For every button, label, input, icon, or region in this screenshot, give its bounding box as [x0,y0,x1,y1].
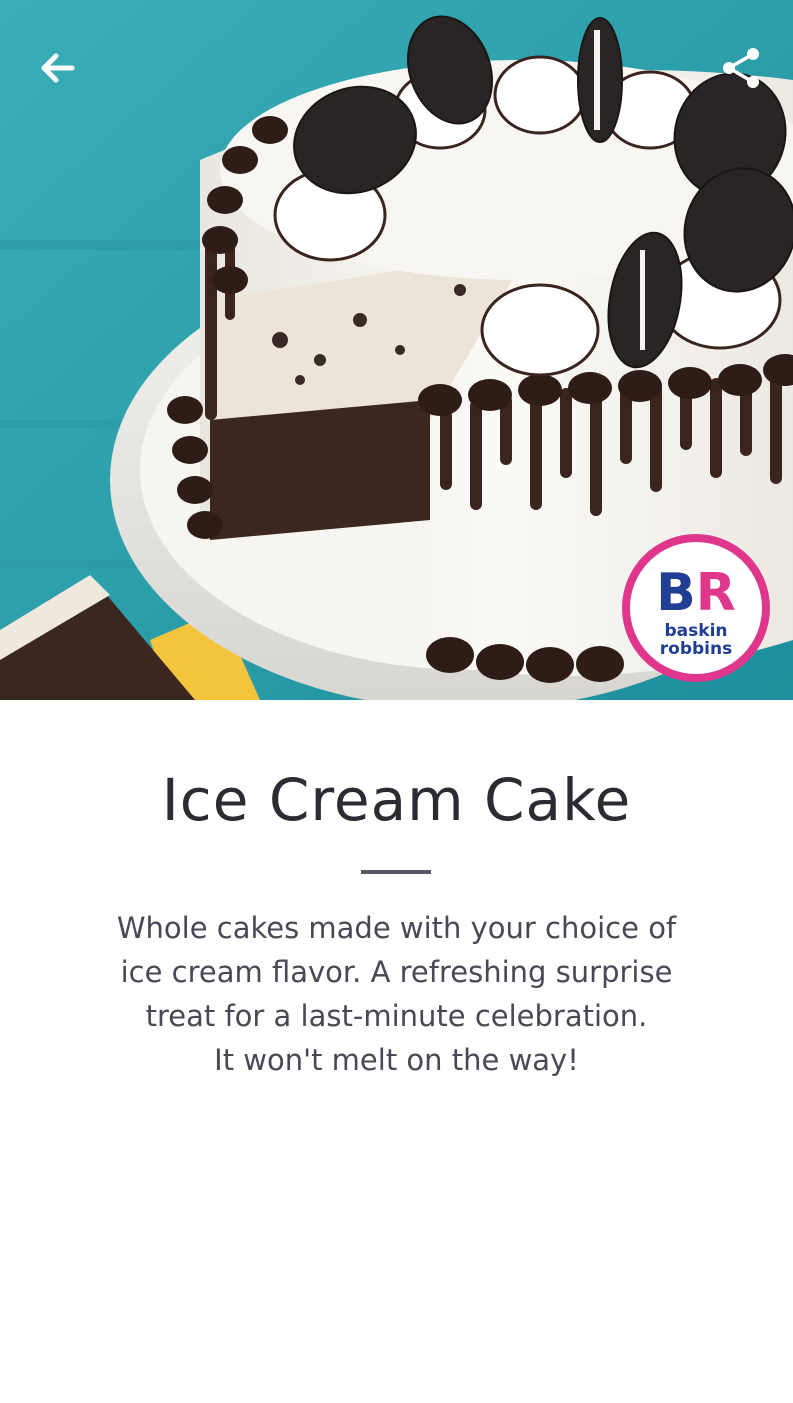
product-details: Ice Cream Cake Whole cakes made with you… [0,700,793,1403]
back-button[interactable] [28,38,88,98]
product-description: Whole cakes made with your choice of ice… [116,911,677,1077]
product-title: Ice Cream Cake [161,766,632,834]
share-icon [723,48,759,88]
svg-text:robbins: robbins [660,639,732,659]
svg-text:BR: BR [656,563,736,623]
svg-text:baskin: baskin [665,621,728,641]
hero-image: BR baskin robbins [0,0,793,700]
title-divider [361,870,431,874]
arrow-left-icon [41,53,75,83]
share-button[interactable] [711,38,771,98]
baskin-robbins-logo: BR baskin robbins [622,534,770,682]
